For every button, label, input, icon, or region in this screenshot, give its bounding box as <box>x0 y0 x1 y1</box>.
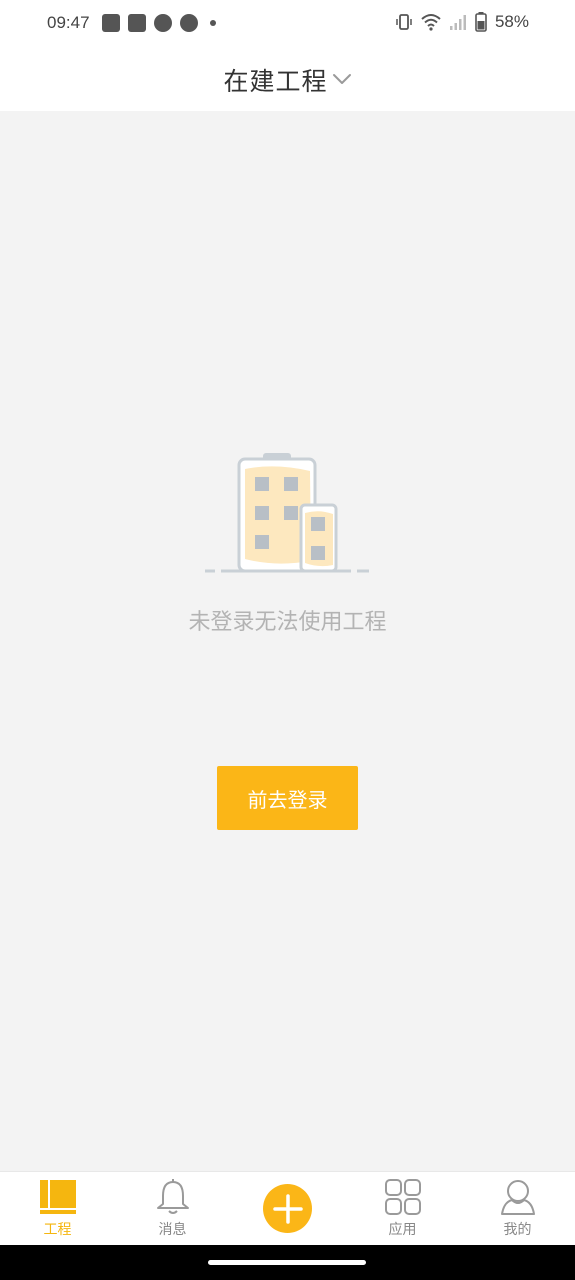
shopping-bag-icon <box>102 14 120 32</box>
compass-icon <box>180 14 198 32</box>
plus-icon <box>272 1193 303 1224</box>
main-content: 未登录无法使用工程 前去登录 <box>0 111 575 1171</box>
bottom-tab-bar: 工程 消息 应用 我的 <box>0 1171 575 1245</box>
tab-messages[interactable]: 消息 <box>115 1172 230 1246</box>
add-button[interactable] <box>263 1184 312 1233</box>
vibrate-icon <box>396 14 412 30</box>
project-selector[interactable]: 在建工程 <box>0 48 575 111</box>
tab-label: 我的 <box>503 1222 532 1238</box>
login-button[interactable]: 前去登录 <box>217 766 358 830</box>
battery-percent: 58% <box>494 12 529 31</box>
status-bar: 09:47 58% <box>0 0 575 48</box>
system-navigation-bar <box>0 1245 575 1280</box>
apps-grid-icon <box>384 1179 421 1215</box>
tab-apps[interactable]: 应用 <box>345 1172 460 1246</box>
dot-icon <box>210 20 216 26</box>
tab-label: 消息 <box>158 1222 187 1238</box>
project-icon <box>39 1180 76 1214</box>
page-title: 在建工程 <box>223 66 328 96</box>
wifi-icon <box>421 14 441 31</box>
chevron-down-icon <box>332 73 351 84</box>
system-icons: 58% <box>395 12 529 32</box>
battery-icon <box>475 12 487 32</box>
tab-label: 工程 <box>43 1222 72 1238</box>
tab-label: 应用 <box>388 1222 417 1238</box>
compass-icon <box>154 14 172 32</box>
building-icon <box>205 453 369 573</box>
bell-icon <box>156 1179 189 1214</box>
tab-profile[interactable]: 我的 <box>460 1172 575 1246</box>
shopping-bag-icon <box>128 14 146 32</box>
empty-state-message: 未登录无法使用工程 <box>188 610 387 635</box>
signal-icon <box>449 15 466 30</box>
status-time: 09:47 <box>47 13 90 32</box>
home-indicator[interactable] <box>208 1260 366 1265</box>
tab-project[interactable]: 工程 <box>0 1172 115 1246</box>
notification-icons <box>102 14 216 32</box>
user-icon <box>500 1180 535 1215</box>
